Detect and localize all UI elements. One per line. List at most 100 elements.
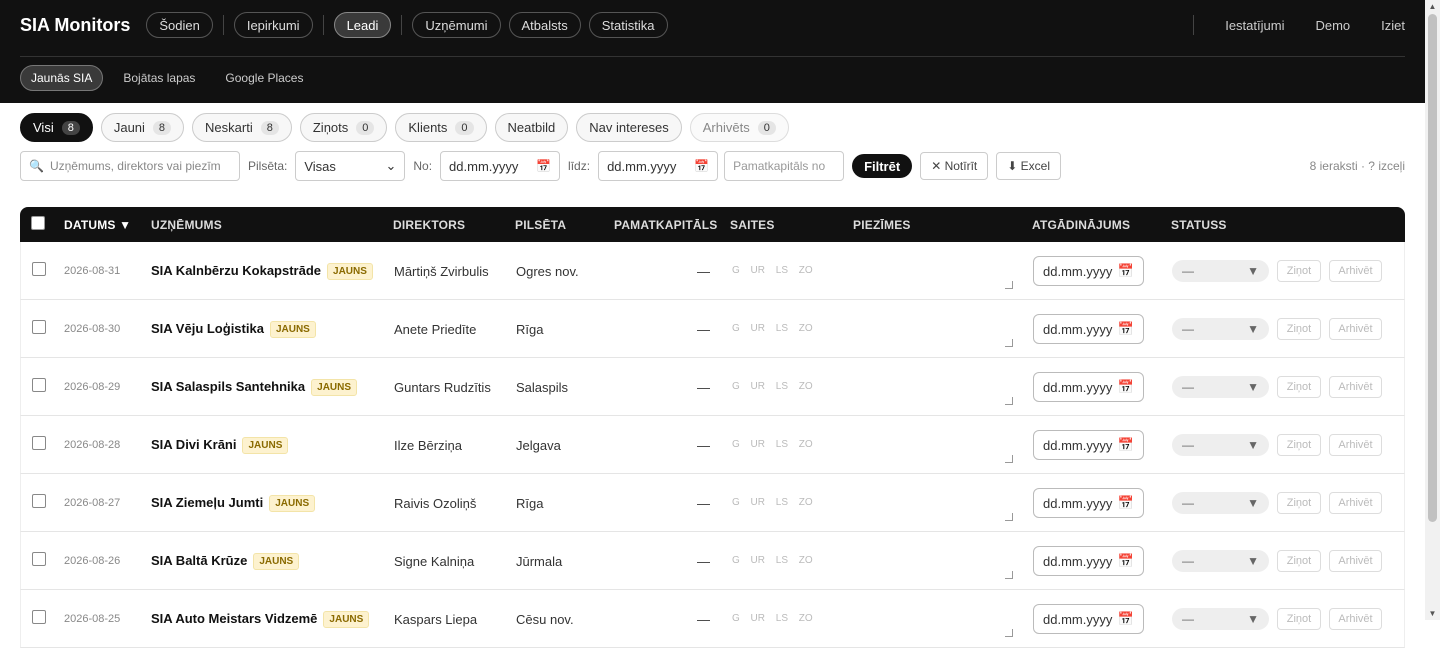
select-all-checkbox[interactable] xyxy=(31,216,45,230)
archive-button[interactable]: Arhivēt xyxy=(1329,608,1382,630)
archive-button[interactable]: Arhivēt xyxy=(1329,434,1382,456)
archive-button[interactable]: Arhivēt xyxy=(1329,492,1382,514)
row-company[interactable]: SIA Ziemeļu Jumti JAUNS xyxy=(151,495,316,512)
nav-procurements[interactable]: Iepirkumi xyxy=(233,12,313,38)
row-checkbox[interactable] xyxy=(32,610,46,624)
resize-grip-icon[interactable] xyxy=(1005,455,1013,463)
col-status[interactable]: STATUSS xyxy=(1171,218,1227,232)
col-city[interactable]: PILSĒTA xyxy=(515,218,566,232)
city-select[interactable]: Visas ⌄ xyxy=(295,151,406,181)
row-checkbox[interactable] xyxy=(32,494,46,508)
row-company[interactable]: SIA Baltā Krūze JAUNS xyxy=(151,553,300,570)
notes-textarea[interactable] xyxy=(853,368,1013,405)
notes-textarea[interactable] xyxy=(853,542,1013,579)
row-company[interactable]: SIA Kalnbērzu Kokapstrāde JAUNS xyxy=(151,263,373,280)
notes-textarea[interactable] xyxy=(853,426,1013,463)
notes-textarea[interactable] xyxy=(853,600,1013,637)
scroll-down-icon[interactable]: ▼ xyxy=(1428,609,1437,618)
scroll-thumb[interactable] xyxy=(1428,14,1437,522)
row-checkbox[interactable] xyxy=(32,378,46,392)
row-links[interactable]: G UR LS ZO xyxy=(732,323,813,334)
status-select[interactable]: — ▼ xyxy=(1172,260,1269,282)
reminder-date-input[interactable]: dd.mm.yyyy 📅 xyxy=(1033,314,1144,344)
row-links[interactable]: G UR LS ZO xyxy=(732,439,813,450)
nav-settings[interactable]: Iestatījumi xyxy=(1225,18,1284,33)
report-button[interactable]: Ziņot xyxy=(1277,608,1321,630)
row-links[interactable]: G UR LS ZO xyxy=(732,381,813,392)
subtab-google-places[interactable]: Google Places xyxy=(215,65,313,91)
report-button[interactable]: Ziņot xyxy=(1277,318,1321,340)
col-capital[interactable]: PAMATKAPITĀLS xyxy=(614,218,717,232)
row-company[interactable]: SIA Divi Krāni JAUNS xyxy=(151,437,289,454)
row-links[interactable]: G UR LS ZO xyxy=(732,613,813,624)
reminder-date-input[interactable]: dd.mm.yyyy 📅 xyxy=(1033,488,1144,518)
status-select[interactable]: — ▼ xyxy=(1172,434,1269,456)
resize-grip-icon[interactable] xyxy=(1005,339,1013,347)
clear-button[interactable]: ✕ Notīrīt xyxy=(920,152,989,180)
report-button[interactable]: Ziņot xyxy=(1277,376,1321,398)
reminder-date-input[interactable]: dd.mm.yyyy 📅 xyxy=(1033,256,1144,286)
report-button[interactable]: Ziņot xyxy=(1277,492,1321,514)
nav-companies[interactable]: Uzņēmumi xyxy=(412,12,501,38)
nav-statistics[interactable]: Statistika xyxy=(588,12,668,38)
notes-textarea[interactable] xyxy=(853,252,1013,289)
row-checkbox[interactable] xyxy=(32,552,46,566)
nav-demo[interactable]: Demo xyxy=(1315,18,1350,33)
row-checkbox[interactable] xyxy=(32,436,46,450)
row-checkbox[interactable] xyxy=(32,262,46,276)
row-checkbox[interactable] xyxy=(32,320,46,334)
resize-grip-icon[interactable] xyxy=(1005,397,1013,405)
filter-no-answer[interactable]: Neatbild xyxy=(494,113,569,142)
resize-grip-icon[interactable] xyxy=(1005,629,1013,637)
reminder-date-input[interactable]: dd.mm.yyyy 📅 xyxy=(1033,546,1144,576)
report-button[interactable]: Ziņot xyxy=(1277,550,1321,572)
filter-new[interactable]: Jauni 8 xyxy=(100,113,185,142)
archive-button[interactable]: Arhivēt xyxy=(1329,260,1382,282)
col-company[interactable]: UZŅĒMUMS xyxy=(151,218,222,232)
reminder-date-input[interactable]: dd.mm.yyyy 📅 xyxy=(1033,604,1144,634)
filter-client[interactable]: Klients 0 xyxy=(395,113,487,142)
col-reminder[interactable]: ATGĀDINĀJUMS xyxy=(1032,218,1130,232)
filter-all[interactable]: Visi 8 xyxy=(20,113,93,142)
status-select[interactable]: — ▼ xyxy=(1172,608,1269,630)
status-select[interactable]: — ▼ xyxy=(1172,492,1269,514)
nav-support[interactable]: Atbalsts xyxy=(508,12,581,38)
status-select[interactable]: — ▼ xyxy=(1172,318,1269,340)
notes-textarea[interactable] xyxy=(853,310,1013,347)
subtab-broken-pages[interactable]: Bojātas lapas xyxy=(113,65,205,91)
archive-button[interactable]: Arhivēt xyxy=(1329,376,1382,398)
scroll-up-icon[interactable]: ▲ xyxy=(1428,2,1437,11)
filter-untouched[interactable]: Neskarti 8 xyxy=(192,113,292,142)
excel-button[interactable]: ⬇ Excel xyxy=(996,152,1061,180)
col-date[interactable]: DATUMS ▼ xyxy=(64,218,131,232)
resize-grip-icon[interactable] xyxy=(1005,571,1013,579)
report-button[interactable]: Ziņot xyxy=(1277,260,1321,282)
nav-logout[interactable]: Iziet xyxy=(1381,18,1405,33)
nav-today[interactable]: Šodien xyxy=(146,12,213,38)
filter-not-interested[interactable]: Nav intereses xyxy=(576,113,682,142)
archive-button[interactable]: Arhivēt xyxy=(1329,550,1382,572)
resize-grip-icon[interactable] xyxy=(1005,513,1013,521)
nav-leads[interactable]: Leadi xyxy=(333,12,392,38)
search-input[interactable]: 🔍 Uzņēmums, direktors vai piezīm xyxy=(20,151,240,181)
status-select[interactable]: — ▼ xyxy=(1172,550,1269,572)
col-director[interactable]: DIREKTORS xyxy=(393,218,465,232)
row-links[interactable]: G UR LS ZO xyxy=(732,265,813,276)
subtab-new-companies[interactable]: Jaunās SIA xyxy=(20,65,104,91)
filter-archived[interactable]: Arhivēts 0 xyxy=(689,113,789,142)
resize-grip-icon[interactable] xyxy=(1005,281,1013,289)
app-brand[interactable]: SIA Monitors xyxy=(20,15,130,36)
report-button[interactable]: Ziņot xyxy=(1277,434,1321,456)
filter-button[interactable]: Filtrēt xyxy=(852,154,913,178)
archive-button[interactable]: Arhivēt xyxy=(1329,318,1382,340)
row-company[interactable]: SIA Vēju Loģistika JAUNS xyxy=(151,321,316,338)
capital-input[interactable]: Pamatkapitāls no xyxy=(724,151,845,181)
filter-reported[interactable]: Ziņots 0 xyxy=(299,113,388,142)
reminder-date-input[interactable]: dd.mm.yyyy 📅 xyxy=(1033,372,1144,402)
notes-textarea[interactable] xyxy=(853,484,1013,521)
row-links[interactable]: G UR LS ZO xyxy=(732,555,813,566)
row-links[interactable]: G UR LS ZO xyxy=(732,497,813,508)
status-select[interactable]: — ▼ xyxy=(1172,376,1269,398)
page-scrollbar[interactable]: ▲ ▼ xyxy=(1425,0,1440,620)
date-to-input[interactable]: dd.mm.yyyy 📅 xyxy=(598,151,719,181)
